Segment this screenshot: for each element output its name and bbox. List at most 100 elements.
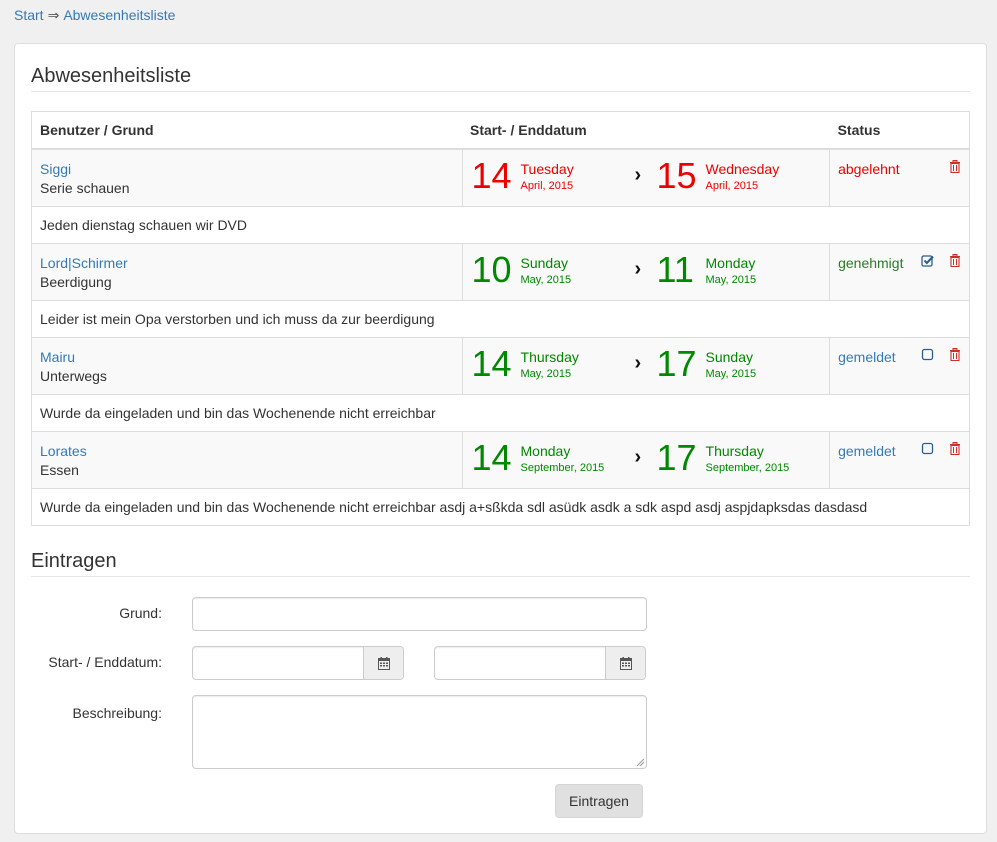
description-label: Beschreibung: <box>72 705 162 721</box>
start-weekday: Tuesday <box>520 160 574 177</box>
approve-checkbox[interactable] <box>921 348 935 364</box>
delete-button[interactable] <box>949 253 963 270</box>
user-cell: Mairu Unterwegs <box>31 336 463 394</box>
submit-button[interactable]: Eintragen <box>555 784 643 818</box>
trash-icon <box>950 347 961 361</box>
breadcrumb-home-link[interactable]: Start <box>14 7 44 23</box>
start-day: 14 <box>471 342 512 384</box>
description-text: Leider ist mein Opa verstorben und ich m… <box>31 299 970 337</box>
delete-button[interactable] <box>949 347 963 364</box>
reason-input[interactable] <box>193 598 646 630</box>
start-day: 14 <box>471 154 512 196</box>
end-weekday: Wednesday <box>705 160 780 177</box>
table-row: Lord|Schirmer Beerdigung 10 Sunday May, 2015… <box>31 242 970 300</box>
user-link[interactable]: Siggi <box>40 160 454 178</box>
breadcrumb: Start ⇒ Abwesenheitsliste <box>14 6 175 24</box>
arrow-right-icon: › <box>634 445 642 468</box>
end-day: 15 <box>656 154 697 196</box>
dates-cell: 14 Thursday May, 2015 › 17 Sunday May, 2015 <box>461 336 830 394</box>
trash-icon <box>950 441 961 455</box>
start-month: May, 2015 <box>520 367 572 380</box>
description-field-box <box>192 695 647 769</box>
calendar-icon <box>619 656 632 670</box>
status-badge: gemeldet <box>838 442 896 459</box>
start-month: September, 2015 <box>520 461 605 474</box>
reason-label: Grund: <box>119 605 162 621</box>
breadcrumb-current-link[interactable]: Abwesenheitsliste <box>63 7 175 23</box>
end-date-box <box>434 646 646 680</box>
start-weekday: Sunday <box>520 254 568 271</box>
arrow-right-icon: › <box>634 163 642 186</box>
end-date-input[interactable] <box>435 647 605 679</box>
start-weekday: Monday <box>520 442 571 459</box>
delete-button[interactable] <box>949 441 963 458</box>
description-textarea[interactable] <box>193 696 646 768</box>
status-badge: gemeldet <box>838 348 896 365</box>
list-title: Abwesenheitsliste <box>31 65 192 87</box>
description-row: Jeden dienstag schauen wir DVD <box>31 205 970 243</box>
user-link[interactable]: Mairu <box>40 348 454 366</box>
dates-cell: 10 Sunday May, 2015 › 11 Monday May, 2015 <box>461 242 830 300</box>
reason-text: Unterwegs <box>40 367 107 384</box>
description-row: Leider ist mein Opa verstorben und ich m… <box>31 299 970 337</box>
status-badge: genehmigt <box>838 254 904 271</box>
table-row: Lorates Essen 14 Monday September, 2015 › 17 Th… <box>31 430 970 488</box>
description-text: Wurde da eingeladen und bin das Wochenen… <box>31 487 970 525</box>
start-day: 10 <box>471 248 512 290</box>
user-cell: Lord|Schirmer Beerdigung <box>31 242 463 300</box>
start-date-calendar-button[interactable] <box>363 647 403 679</box>
table-row: Siggi Serie schauen 14 Tuesday April, 2015 › 1… <box>31 148 970 206</box>
reason-field-box <box>192 597 647 631</box>
description-text: Jeden dienstag schauen wir DVD <box>31 205 970 243</box>
end-day: 17 <box>656 436 697 478</box>
resize-grip-icon[interactable] <box>636 758 644 766</box>
start-month: April, 2015 <box>520 179 574 192</box>
end-day: 17 <box>656 342 697 384</box>
dates-cell: 14 Monday September, 2015 › 17 Thursday Septem… <box>461 430 830 488</box>
absence-table: Benutzer / Grund Start- / Enddatum Statu… <box>31 111 970 526</box>
start-date-input[interactable] <box>193 647 363 679</box>
dates-label: Start- / Enddatum: <box>48 654 162 670</box>
trash-icon <box>950 159 961 173</box>
dates-cell: 14 Tuesday April, 2015 › 15 Wednesday April, 2… <box>461 148 830 206</box>
description-text: Wurde da eingeladen und bin das Wochenen… <box>31 393 970 431</box>
status-badge: abgelehnt <box>838 160 900 177</box>
main-panel: Abwesenheitsliste Benutzer / Grund Start… <box>14 43 987 834</box>
table-header-row: Benutzer / Grund Start- / Enddatum Statu… <box>31 111 970 150</box>
status-cell: gemeldet <box>829 430 970 488</box>
start-month: May, 2015 <box>520 273 572 286</box>
end-month: September, 2015 <box>705 461 790 474</box>
start-weekday: Thursday <box>520 348 579 365</box>
end-month: May, 2015 <box>705 367 757 380</box>
approve-checkbox[interactable] <box>921 442 935 458</box>
description-row: Wurde da eingeladen und bin das Wochenen… <box>31 487 970 525</box>
end-date-calendar-button[interactable] <box>605 647 645 679</box>
end-day: 11 <box>656 248 694 290</box>
trash-icon <box>950 253 961 267</box>
breadcrumb-separator: ⇒ <box>47 7 60 23</box>
reason-text: Serie schauen <box>40 179 130 196</box>
arrow-right-icon: › <box>634 351 642 374</box>
user-link[interactable]: Lord|Schirmer <box>40 254 454 272</box>
table-row: Mairu Unterwegs 14 Thursday May, 2015 › 17 Sund… <box>31 336 970 394</box>
calendar-icon <box>377 656 390 670</box>
status-cell: genehmigt <box>829 242 970 300</box>
start-date-box <box>192 646 404 680</box>
user-cell: Siggi Serie schauen <box>31 148 463 206</box>
approved-checkbox[interactable] <box>921 254 935 270</box>
end-month: May, 2015 <box>705 273 757 286</box>
reason-text: Essen <box>40 461 79 478</box>
empty-box-icon <box>921 442 934 454</box>
form-title-divider <box>31 576 970 577</box>
status-cell: gemeldet <box>829 336 970 394</box>
header-status: Status <box>829 111 970 150</box>
delete-button[interactable] <box>949 159 963 176</box>
end-month: April, 2015 <box>705 179 759 192</box>
start-day: 14 <box>471 436 512 478</box>
end-weekday: Thursday <box>705 442 764 459</box>
description-row: Wurde da eingeladen und bin das Wochenen… <box>31 393 970 431</box>
user-link[interactable]: Lorates <box>40 442 454 460</box>
empty-box-icon <box>921 348 934 360</box>
user-cell: Lorates Essen <box>31 430 463 488</box>
list-title-divider <box>31 91 970 92</box>
